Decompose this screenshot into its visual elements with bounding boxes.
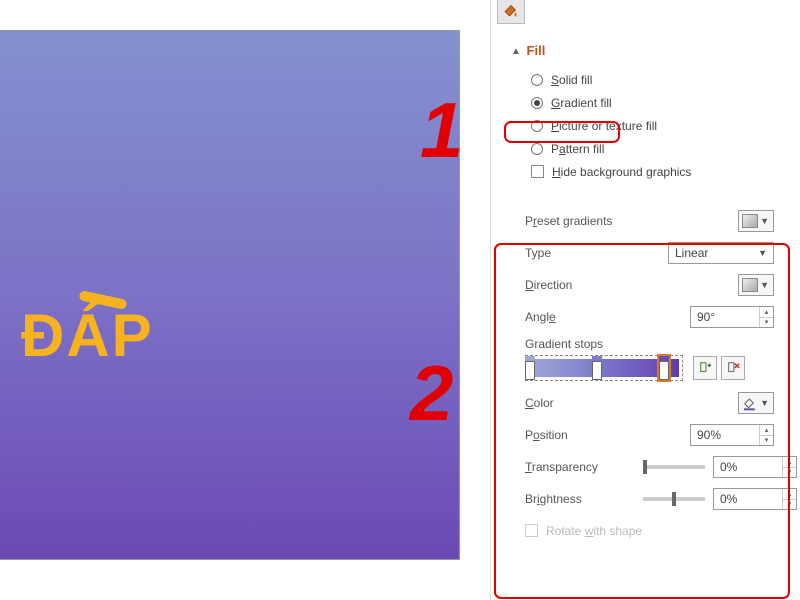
add-stop-icon	[698, 361, 712, 375]
radio-icon	[531, 143, 543, 155]
add-stop-button[interactable]	[693, 356, 717, 380]
gradient-stop-3[interactable]	[659, 356, 669, 380]
spinner-arrows[interactable]: ▴▾	[782, 457, 796, 477]
collapse-triangle-icon: ▲	[511, 46, 521, 57]
checkbox-icon	[525, 524, 538, 537]
hide-background-checkbox[interactable]: Hide background graphics	[531, 160, 780, 183]
type-dropdown[interactable]: Linear ▼	[668, 242, 774, 264]
chevron-down-icon: ▼	[760, 398, 769, 408]
solid-fill-option[interactable]: Solid fill	[531, 68, 780, 91]
position-label: Position	[525, 428, 643, 442]
color-dropdown[interactable]: ▼	[738, 392, 774, 414]
chevron-down-icon: ▼	[760, 216, 769, 226]
gradient-stop-2[interactable]	[592, 356, 602, 380]
brightness-label: Brightness	[525, 492, 643, 506]
slide-preview[interactable]: ĐÁP	[0, 30, 460, 560]
slide-text: ĐÁP	[21, 301, 154, 370]
gradient-fill-option[interactable]: Gradient fill	[531, 91, 780, 114]
remove-stop-icon	[726, 361, 740, 375]
rotate-with-shape-checkbox: Rotate with shape	[546, 524, 642, 538]
spinner-arrows[interactable]: ▴▾	[759, 425, 773, 445]
radio-icon	[531, 97, 543, 109]
spinner-arrows[interactable]: ▴▾	[782, 489, 796, 509]
gradient-track[interactable]	[525, 355, 683, 381]
gradient-settings: Preset gradients ▼ Type Linear ▼ Directi…	[511, 197, 780, 552]
position-spinner[interactable]: 90% ▴▾	[690, 424, 774, 446]
fill-category-button[interactable]	[497, 0, 525, 24]
callout-1: 1	[420, 85, 463, 176]
fill-section-header[interactable]: ▲ Fill	[511, 43, 780, 58]
spinner-arrows[interactable]: ▴▾	[759, 307, 773, 327]
brightness-spinner[interactable]: 0% ▴▾	[713, 488, 797, 510]
transparency-label: Transparency	[525, 460, 643, 474]
format-panel: ▲ Fill Solid fill Gradient fill Picture …	[490, 0, 800, 600]
checkbox-icon	[531, 165, 544, 178]
chevron-down-icon: ▼	[758, 248, 767, 258]
chevron-down-icon: ▼	[760, 280, 769, 290]
type-label: Type	[525, 246, 643, 260]
transparency-spinner[interactable]: 0% ▴▾	[713, 456, 797, 478]
radio-icon	[531, 74, 543, 86]
transparency-slider[interactable]	[643, 465, 705, 469]
fill-type-group: Solid fill Gradient fill Picture or text…	[531, 68, 780, 183]
angle-spinner[interactable]: 90° ▴▾	[690, 306, 774, 328]
preset-gradients-label: Preset gradients	[525, 214, 643, 228]
pattern-fill-option[interactable]: Pattern fill	[531, 137, 780, 160]
fill-color-icon	[742, 395, 758, 411]
remove-stop-button[interactable]	[721, 356, 745, 380]
preset-gradients-dropdown[interactable]: ▼	[738, 210, 774, 232]
gradient-stop-1[interactable]	[525, 356, 535, 380]
callout-2: 2	[410, 348, 453, 439]
brightness-slider[interactable]	[643, 497, 705, 501]
paint-bucket-icon	[502, 1, 520, 19]
angle-label: Angle	[525, 310, 643, 324]
gradient-stops-label: Gradient stops	[525, 337, 780, 351]
radio-icon	[531, 120, 543, 132]
direction-dropdown[interactable]: ▼	[738, 274, 774, 296]
direction-label: Direction	[525, 278, 643, 292]
color-label: Color	[525, 396, 643, 410]
direction-swatch-icon	[742, 278, 758, 292]
gradient-swatch-icon	[742, 214, 758, 228]
picture-fill-option[interactable]: Picture or texture fill	[531, 114, 780, 137]
